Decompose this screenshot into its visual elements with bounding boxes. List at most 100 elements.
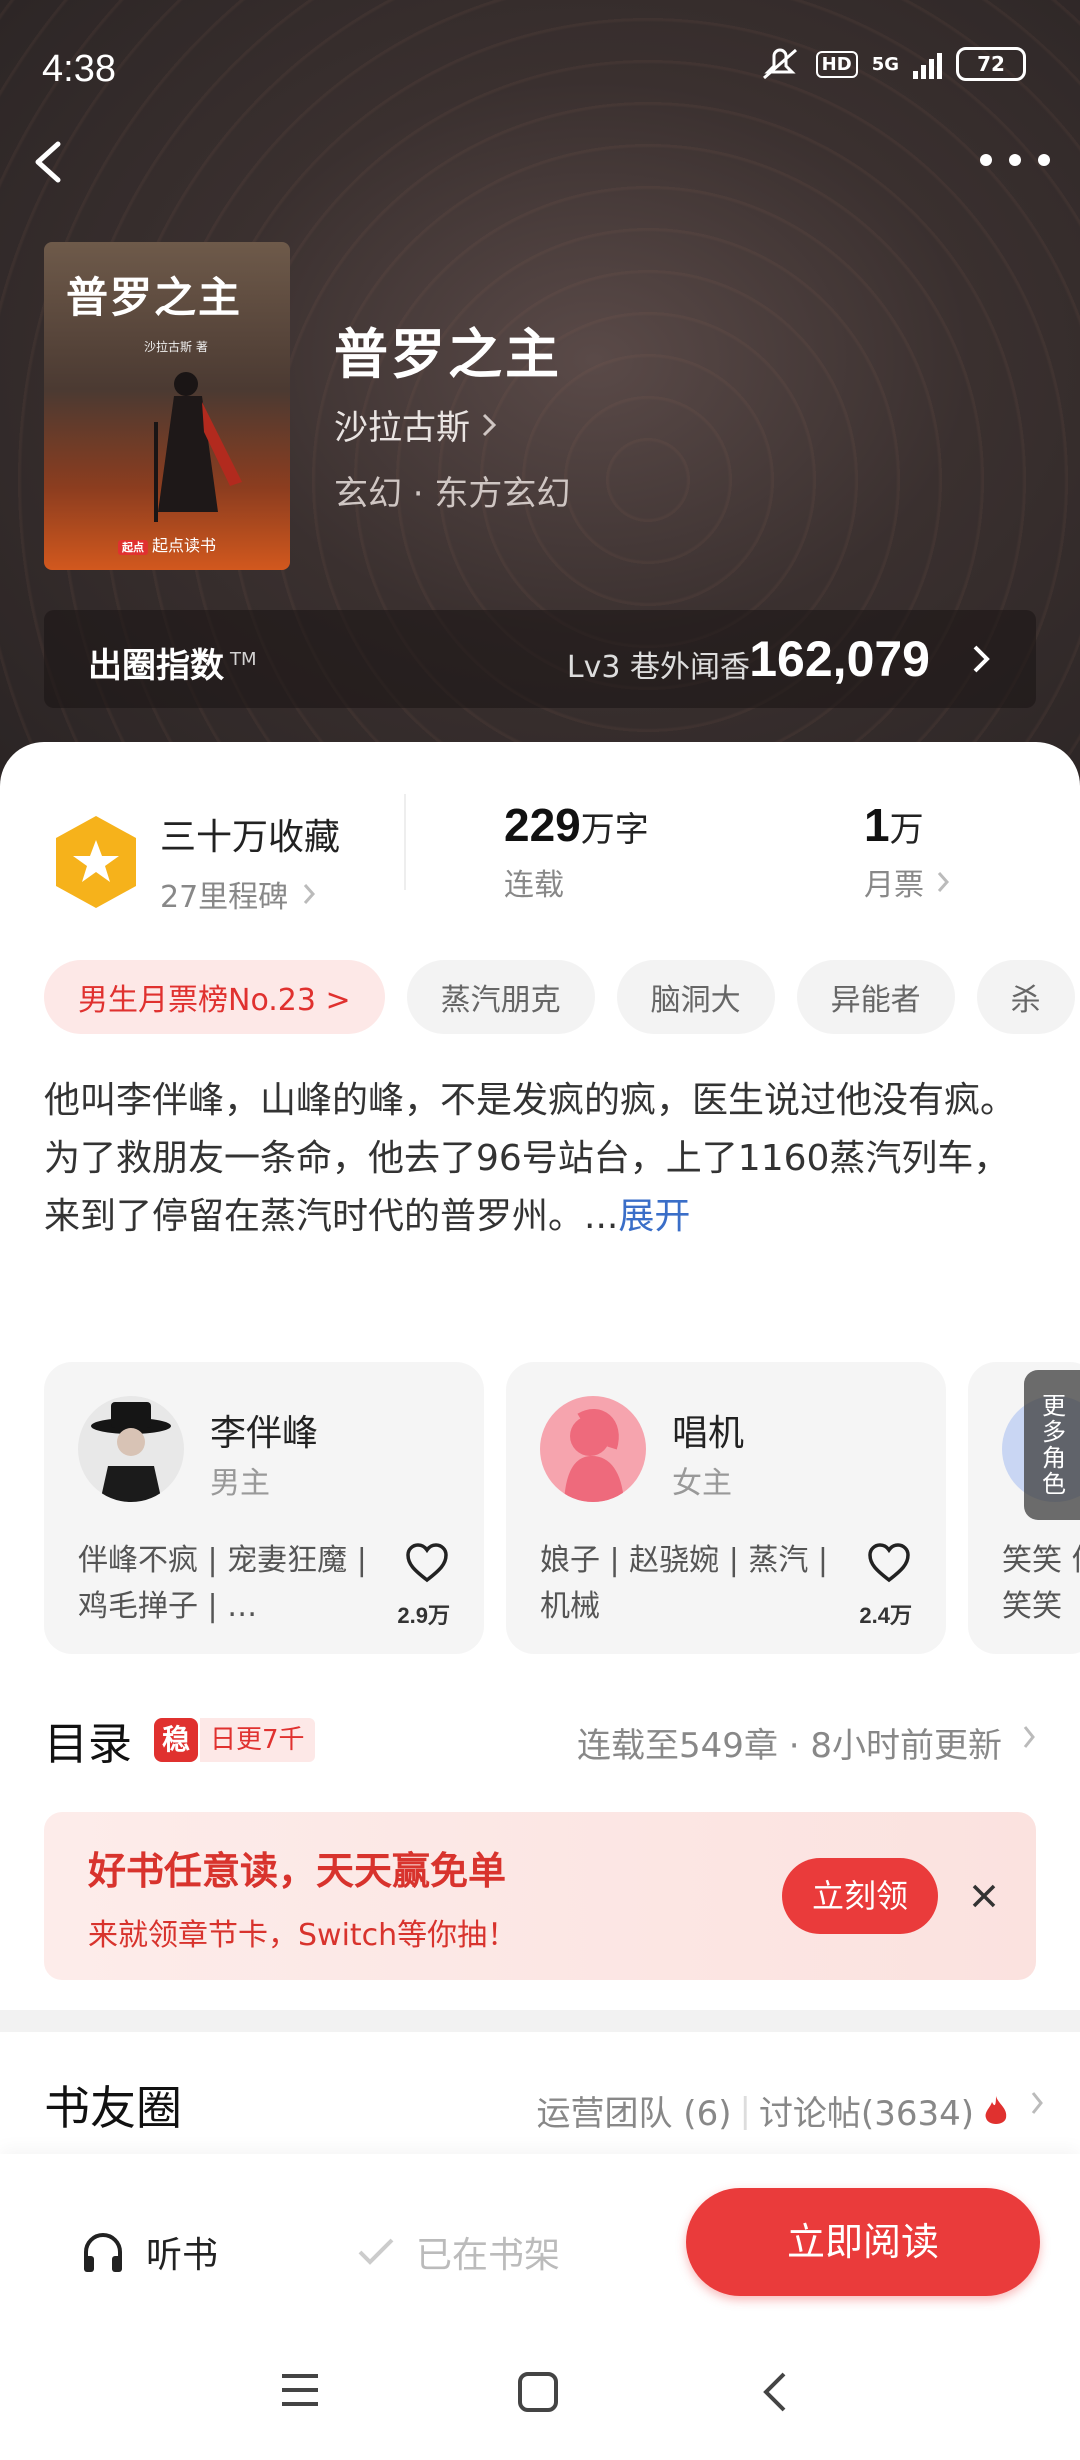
menu-icon[interactable] <box>278 2370 322 2410</box>
book-club-info: 运营团队 (6) | 讨论帖(3634) <box>537 2086 1011 2135</box>
back-icon[interactable] <box>760 2370 790 2414</box>
chevron-right-icon <box>304 884 316 904</box>
chevron-right-icon <box>1031 2092 1043 2114</box>
author-name: 沙拉古斯 <box>334 408 470 448</box>
chevron-right-icon <box>973 645 990 673</box>
monthly-ticket-number: 1 <box>864 799 890 851</box>
promo-title: 好书任意读，天天赢免单 <box>88 1849 507 1893</box>
expand-link[interactable]: 展开 <box>618 1196 690 1237</box>
action-bar: 听书 已在书架 立即阅读 <box>0 2154 1080 2334</box>
word-count-unit: 万字 <box>580 810 649 850</box>
listen-button[interactable]: 听书 <box>80 2226 218 2278</box>
network-type: 5G <box>871 53 899 75</box>
detail-sheet: 三十万收藏 27里程碑 229万字 连载 1万 月票 男生月票榜No.23 > … <box>0 742 1080 2032</box>
character-role: 男主 <box>210 1466 270 1501</box>
word-count-number: 229 <box>504 799 581 851</box>
character-avatar <box>540 1396 646 1502</box>
system-nav-bar <box>0 2334 1080 2460</box>
character-name: 李伴峰 <box>210 1413 319 1454</box>
milestone-stat[interactable]: 三十万收藏 27里程碑 <box>160 808 340 916</box>
cover-title: 普罗之主 <box>66 273 243 322</box>
monthly-ticket-stat[interactable]: 1万 月票 <box>864 798 950 904</box>
character-name: 唱机 <box>672 1413 745 1454</box>
signal-icon <box>913 49 942 79</box>
influence-label: 出圈指数 TM <box>88 646 257 686</box>
fire-icon <box>985 2095 1007 2124</box>
listen-label: 听书 <box>146 2235 219 2276</box>
tag-list: 男生月票榜No.23 > 蒸汽朋克 脑洞大 异能者 杀 <box>44 960 1075 1034</box>
influence-index-bar[interactable]: 出圈指数 TM Lv3 巷外闻香 162,079 <box>44 610 1036 708</box>
heart-icon[interactable] <box>866 1542 912 1584</box>
tag-item[interactable]: 蒸汽朋克 <box>406 960 595 1034</box>
close-icon[interactable] <box>970 1882 998 1910</box>
cover-figure-illustration <box>154 372 242 522</box>
table-of-contents-row[interactable]: 目录 稳 日更7千 连载至549章 · 8小时前更新 <box>44 1702 1036 1782</box>
more-options-button[interactable] <box>980 140 1050 180</box>
character-card[interactable]: 唱机 女主 娘子 | 赵骁婉 | 蒸汽 | 机械 2.4万 <box>506 1362 946 1654</box>
status-icons: HD 5G 72 <box>758 46 1026 82</box>
cover-publisher: 起点 起点读书 <box>44 532 290 556</box>
read-now-button[interactable]: 立即阅读 <box>686 2188 1040 2296</box>
home-icon[interactable] <box>516 2370 560 2414</box>
status-bar: 4:38 HD 5G 72 <box>0 30 1080 110</box>
chevron-right-icon <box>1023 1726 1035 1748</box>
headphones-icon <box>84 2233 122 2272</box>
serial-status: 连载 <box>504 868 564 903</box>
ops-team: 运营团队 (6) <box>536 2094 732 2134</box>
book-club-row[interactable]: 书友圈 运营团队 (6) | 讨论帖(3634) <box>0 2032 1080 2154</box>
character-traits: 伴峰不疯 | 宠妻狂魔 | 鸡毛掸子 | … <box>78 1543 367 1624</box>
promo-banner[interactable]: 好书任意读，天天赢免单 来就领章节卡，Switch等你抽！ 立刻领 <box>44 1812 1036 1980</box>
character-list: 李伴峰 男主 伴峰不疯 | 宠妻狂魔 | 鸡毛掸子 | … 2.9万 唱机 女主… <box>44 1362 1080 1654</box>
book-club-title: 书友圈 <box>44 2081 182 2135</box>
description-text: 他叫李伴峰，山峰的峰，不是发疯的疯，医生说过他没有疯。 为了救朋友一条命，他去了… <box>44 1080 1017 1237</box>
chevron-right-icon <box>937 872 950 892</box>
monthly-ticket-label: 月票 <box>864 860 950 904</box>
divider <box>404 794 406 890</box>
book-description[interactable]: 他叫李伴峰，山峰的峰，不是发疯的疯，医生说过他没有疯。 为了救朋友一条命，他去了… <box>44 1072 1044 1246</box>
hd-badge: HD <box>815 50 858 78</box>
mute-icon <box>762 48 797 80</box>
claim-button[interactable]: 立刻领 <box>782 1858 938 1934</box>
stable-update-badge: 稳 <box>154 1718 198 1762</box>
book-cover[interactable]: 普罗之主 沙拉古斯 著 起点 起点读书 <box>44 242 290 570</box>
cover-author: 沙拉古斯 著 <box>144 340 208 354</box>
author-link[interactable]: 沙拉古斯 <box>334 400 498 449</box>
daily-update-badge: 日更7千 <box>200 1718 315 1762</box>
toc-title: 目录 <box>44 1719 132 1770</box>
section-divider <box>0 2010 1080 2032</box>
chapter-status: 连载至549章 · 8小时前更新 <box>577 1726 1002 1766</box>
on-shelf-label: 已在书架 <box>416 2235 561 2276</box>
character-traits: 笑笑 何笑笑 <box>1002 1543 1080 1624</box>
book-genre: 玄幻 · 东方玄幻 <box>334 474 571 514</box>
book-title: 普罗之主 <box>334 322 562 386</box>
check-icon <box>358 2238 394 2265</box>
status-time: 4:38 <box>42 48 116 90</box>
monthly-ticket-unit: 万 <box>889 810 924 850</box>
tag-item[interactable]: 异能者 <box>796 960 955 1034</box>
more-characters-button[interactable]: 更多角色 <box>1024 1370 1080 1520</box>
character-traits: 娘子 | 赵骁婉 | 蒸汽 | 机械 <box>540 1543 829 1624</box>
milestone-medal-icon <box>56 816 136 908</box>
back-button[interactable] <box>28 132 68 192</box>
heart-icon[interactable] <box>404 1542 450 1584</box>
chevron-right-icon <box>482 413 497 436</box>
character-card[interactable]: 李伴峰 男主 伴峰不疯 | 宠妻狂魔 | 鸡毛掸子 | … 2.9万 <box>44 1362 484 1654</box>
word-count-stat: 229万字 连载 <box>504 798 649 904</box>
influence-value: 162,079 <box>749 631 930 687</box>
tag-item[interactable]: 杀 <box>976 960 1075 1034</box>
on-shelf-status: 已在书架 <box>356 2226 560 2278</box>
character-avatar <box>78 1396 184 1502</box>
like-count: 2.4万 <box>859 1603 912 1628</box>
milestone-title: 三十万收藏 <box>160 817 341 858</box>
battery-icon: 72 <box>956 47 1026 81</box>
influence-level: Lv3 巷外闻香 <box>566 650 750 685</box>
milestone-sub: 27里程碑 <box>160 872 340 916</box>
like-count: 2.9万 <box>397 1603 450 1628</box>
tag-item[interactable]: 脑洞大 <box>616 960 775 1034</box>
discussion-count: 讨论帖(3634) <box>758 2094 974 2134</box>
back-arrow-icon <box>35 141 61 183</box>
promo-subtitle: 来就领章节卡，Switch等你抽！ <box>88 1918 518 1953</box>
ranking-tag[interactable]: 男生月票榜No.23 > <box>44 960 385 1034</box>
character-role: 女主 <box>672 1466 732 1501</box>
separator: | <box>739 2090 751 2131</box>
